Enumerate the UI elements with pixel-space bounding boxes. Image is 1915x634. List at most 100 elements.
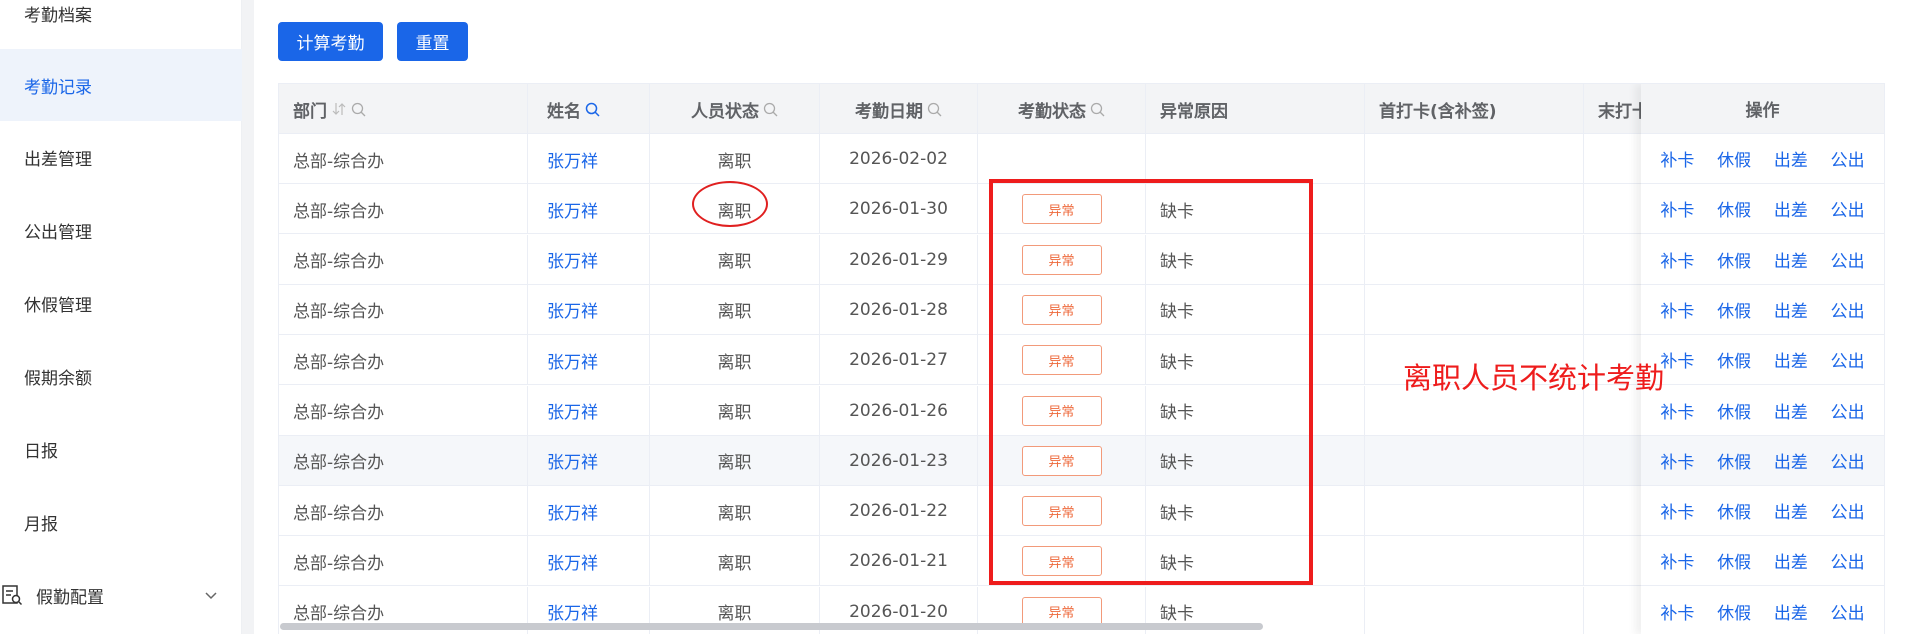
supplement-punch-link[interactable]: 补卡 [1660,498,1694,523]
supplement-punch-link[interactable]: 补卡 [1660,247,1694,272]
employee-name-link[interactable]: 张万祥 [547,147,598,172]
cell-name: 张万祥 [528,486,650,537]
layout-gutter [242,0,254,634]
cell-name: 张万祥 [528,335,650,386]
row-operations: 补卡 休假 出差 公出 [1641,586,1884,634]
column-header-status[interactable]: 人员状态 [650,84,820,134]
column-header-reason: 异常原因 [1146,84,1365,134]
horizontal-scrollbar[interactable] [280,623,1263,630]
cell-date: 2026-01-22 [820,486,978,537]
sort-icon[interactable] [331,102,347,116]
official-outing-link[interactable]: 公出 [1831,599,1865,624]
official-outing-link[interactable]: 公出 [1831,498,1865,523]
supplement-punch-link[interactable]: 补卡 [1660,347,1694,372]
sidebar-item-daily-report[interactable]: 日报 [0,413,242,485]
leave-link[interactable]: 休假 [1717,599,1751,624]
official-outing-link[interactable]: 公出 [1831,297,1865,322]
employee-name-link[interactable]: 张万祥 [547,297,598,322]
supplement-punch-link[interactable]: 补卡 [1660,448,1694,473]
supplement-punch-link[interactable]: 补卡 [1660,398,1694,423]
business-trip-link[interactable]: 出差 [1774,548,1808,573]
sidebar-group-leave-config[interactable]: 假勤配置 [0,559,242,631]
business-trip-link[interactable]: 出差 [1774,196,1808,221]
column-header-date[interactable]: 考勤日期 [820,84,978,134]
supplement-punch-link[interactable]: 补卡 [1660,548,1694,573]
sidebar-item-official-outing[interactable]: 公出管理 [0,194,242,266]
official-outing-link[interactable]: 公出 [1831,247,1865,272]
operations-column: 操作 补卡 休假 出差 公出 补卡 休假 出差 公出 补卡 休假 出差 公出 补卡 休假 出差 公出 补卡 休假出… [1641,84,1884,634]
column-header-name[interactable]: 姓名 [528,84,650,134]
official-outing-link[interactable]: 公出 [1831,448,1865,473]
official-outing-link[interactable]: 公出 [1831,548,1865,573]
search-icon[interactable] [351,102,366,117]
leave-link[interactable]: 休假 [1717,347,1751,372]
column-label: 首打卡(含补签) [1379,101,1497,122]
column-label: 考勤状态 [1018,101,1086,122]
employee-name-link[interactable]: 张万祥 [547,549,598,574]
cell-status: 离职 [650,234,820,285]
official-outing-link[interactable]: 公出 [1831,146,1865,171]
official-outing-link[interactable]: 公出 [1831,196,1865,221]
official-outing-link[interactable]: 公出 [1831,398,1865,423]
cell-status: 离职 [650,536,820,587]
business-trip-link[interactable]: 出差 [1774,498,1808,523]
column-label: 异常原因 [1160,101,1228,122]
business-trip-link[interactable]: 出差 [1774,398,1808,423]
annotation-text: 离职人员不统计考勤 [1403,361,1665,395]
cell-name: 张万祥 [528,134,650,184]
sidebar-item-business-trip[interactable]: 出差管理 [0,121,242,193]
employee-name-link[interactable]: 张万祥 [547,348,598,373]
business-trip-link[interactable]: 出差 [1774,347,1808,372]
employee-name-link[interactable]: 张万祥 [547,599,598,624]
search-icon[interactable] [927,102,942,117]
employee-name-link[interactable]: 张万祥 [547,499,598,524]
cell-date: 2026-01-23 [820,435,978,486]
calculate-attendance-button[interactable]: 计算考勤 [278,22,383,61]
employee-name-link[interactable]: 张万祥 [547,448,598,473]
employee-name-link[interactable]: 张万祥 [547,247,598,272]
cell-status: 离职 [650,435,820,486]
column-header-dept[interactable]: 部门 [279,84,528,134]
column-header-ops: 操作 [1641,84,1884,134]
reset-button[interactable]: 重置 [397,22,468,61]
row-operations: 补卡 休假 出差 公出 [1641,184,1884,235]
cell-dept: 总部-综合办 [279,284,528,335]
leave-link[interactable]: 休假 [1717,398,1751,423]
supplement-punch-link[interactable]: 补卡 [1660,599,1694,624]
sidebar-item-attendance-records[interactable]: 考勤记录 [0,49,242,121]
leave-link[interactable]: 休假 [1717,448,1751,473]
sidebar-item-leave-management[interactable]: 休假管理 [0,267,242,339]
official-outing-link[interactable]: 公出 [1831,347,1865,372]
cell-dept: 总部-综合办 [279,486,528,537]
sidebar-item-leave-balance[interactable]: 假期余额 [0,340,242,412]
sidebar-item-label: 月报 [24,514,58,535]
business-trip-link[interactable]: 出差 [1774,448,1808,473]
leave-link[interactable]: 休假 [1717,498,1751,523]
business-trip-link[interactable]: 出差 [1774,297,1808,322]
cell-status: 离职 [650,335,820,386]
leave-link[interactable]: 休假 [1717,247,1751,272]
leave-link[interactable]: 休假 [1717,548,1751,573]
supplement-punch-link[interactable]: 补卡 [1660,297,1694,322]
sidebar-item-monthly-report[interactable]: 月报 [0,486,242,558]
employee-name-link[interactable]: 张万祥 [547,398,598,423]
sidebar-item-label: 公出管理 [24,222,92,243]
cell-first-punch [1365,536,1584,587]
search-icon[interactable] [763,102,778,117]
sidebar-item-attendance-archive[interactable]: 考勤档案 [0,0,242,49]
employee-name-link[interactable]: 张万祥 [547,197,598,222]
column-label: 考勤日期 [855,101,923,122]
business-trip-link[interactable]: 出差 [1774,247,1808,272]
leave-link[interactable]: 休假 [1717,146,1751,171]
leave-link[interactable]: 休假 [1717,196,1751,221]
supplement-punch-link[interactable]: 补卡 [1660,196,1694,221]
business-trip-link[interactable]: 出差 [1774,599,1808,624]
business-trip-link[interactable]: 出差 [1774,146,1808,171]
leave-link[interactable]: 休假 [1717,297,1751,322]
search-icon[interactable] [1090,102,1105,117]
supplement-punch-link[interactable]: 补卡 [1660,146,1694,171]
column-label: 部门 [293,101,327,122]
search-icon[interactable] [585,102,600,117]
column-header-att-status[interactable]: 考勤状态 [978,84,1146,134]
cell-date: 2026-01-30 [820,184,978,235]
